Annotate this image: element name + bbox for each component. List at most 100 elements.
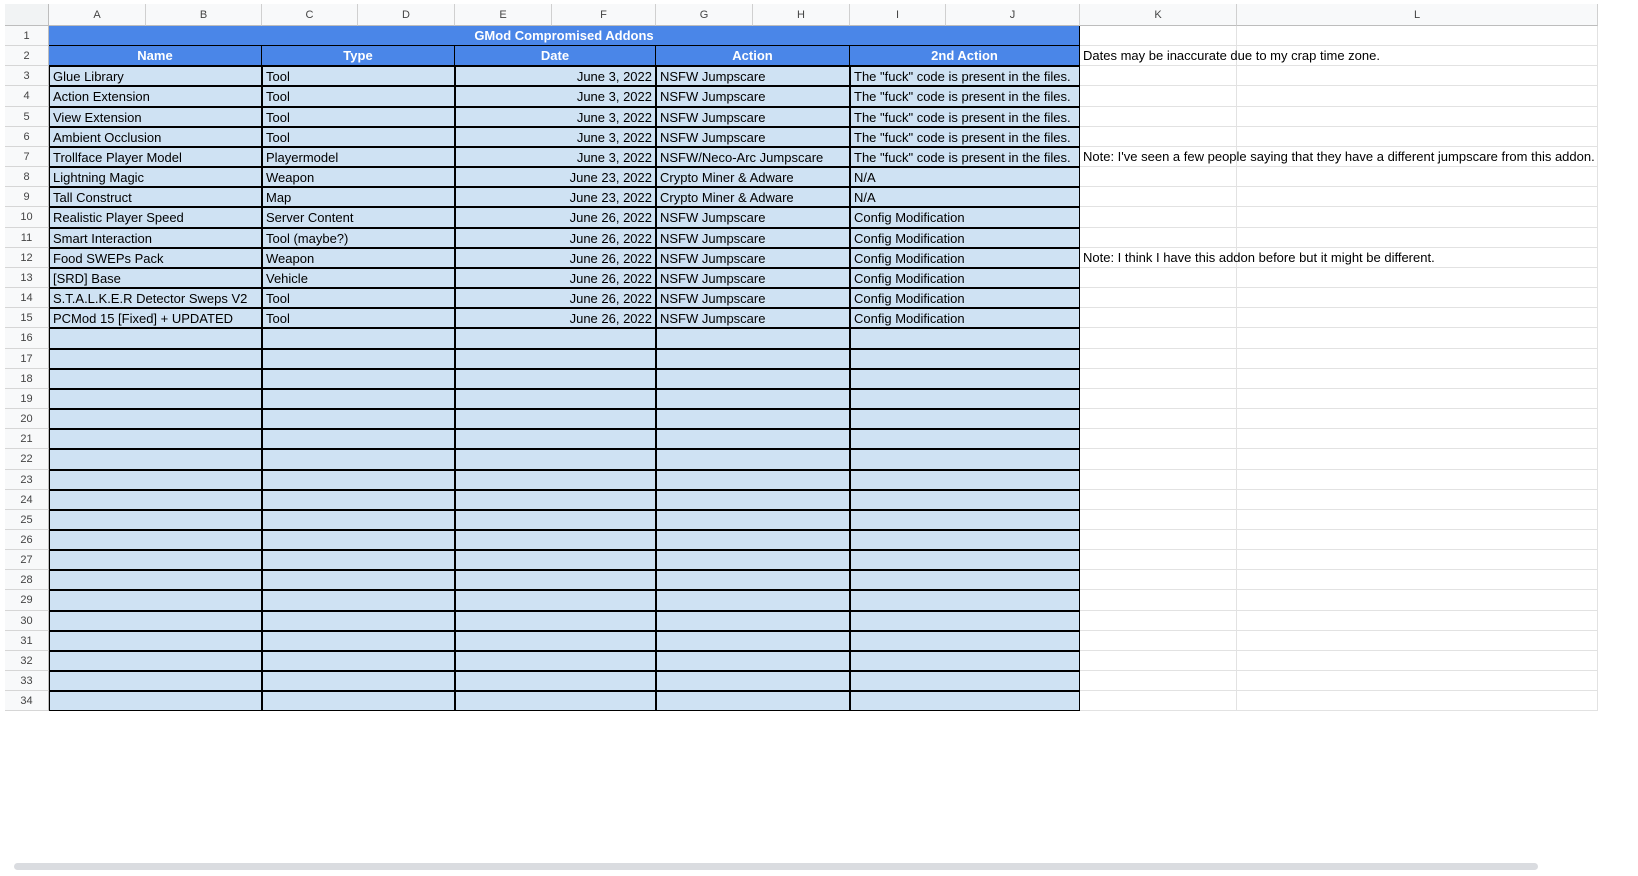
table-cell[interactable] <box>49 691 262 712</box>
table-cell[interactable]: Tool <box>262 86 455 107</box>
cell-k25[interactable] <box>1080 509 1237 530</box>
row-header-19[interactable]: 19 <box>5 388 49 410</box>
cell-k9[interactable] <box>1080 187 1237 208</box>
table-cell[interactable]: The "fuck" code is present in the files. <box>850 126 1080 147</box>
cell-k13[interactable] <box>1080 267 1237 289</box>
table-cell[interactable] <box>850 409 1080 430</box>
table-cell[interactable] <box>455 691 656 712</box>
cell-k6[interactable] <box>1080 126 1237 147</box>
table-cell[interactable] <box>656 449 850 470</box>
cell-l33[interactable] <box>1237 671 1598 692</box>
table-cell[interactable] <box>850 550 1080 571</box>
table-cell[interactable] <box>656 691 850 712</box>
cell-l14[interactable] <box>1237 288 1598 309</box>
table-cell[interactable] <box>656 509 850 530</box>
cell-k31[interactable] <box>1080 630 1237 651</box>
row-header-28[interactable]: 28 <box>5 570 49 591</box>
table-cell[interactable] <box>656 671 850 692</box>
table-cell[interactable] <box>656 650 850 672</box>
row-header-24[interactable]: 24 <box>5 489 49 510</box>
cell-l5[interactable] <box>1237 106 1598 127</box>
table-cell[interactable] <box>850 630 1080 651</box>
cell-l23[interactable] <box>1237 469 1598 490</box>
table-cell[interactable]: Tool <box>262 66 455 87</box>
table-cell[interactable] <box>656 590 850 611</box>
table-cell[interactable] <box>49 489 262 510</box>
row-header-31[interactable]: 31 <box>5 630 49 651</box>
row-header-11[interactable]: 11 <box>5 227 49 248</box>
table-cell[interactable]: Crypto Miner & Adware <box>656 167 850 188</box>
table-cell[interactable]: June 3, 2022 <box>455 126 656 147</box>
table-cell[interactable]: Tool <box>262 126 455 147</box>
table-cell[interactable] <box>455 610 656 631</box>
table-cell[interactable] <box>49 509 262 530</box>
table-cell[interactable] <box>455 368 656 389</box>
cell-l8[interactable] <box>1237 167 1598 188</box>
cell-l24[interactable] <box>1237 489 1598 510</box>
table-cell[interactable]: Smart Interaction <box>49 227 262 248</box>
table-cell[interactable]: N/A <box>850 187 1080 208</box>
row-header-17[interactable]: 17 <box>5 348 49 369</box>
table-cell[interactable] <box>49 328 262 349</box>
table-cell[interactable] <box>656 429 850 450</box>
row-header-15[interactable]: 15 <box>5 308 49 329</box>
cell-k33[interactable] <box>1080 671 1237 692</box>
cell-k29[interactable] <box>1080 590 1237 611</box>
cell-k23[interactable] <box>1080 469 1237 490</box>
cell-k27[interactable] <box>1080 550 1237 571</box>
table-cell[interactable]: Map <box>262 187 455 208</box>
table-cell[interactable]: PCMod 15 [Fixed] + UPDATED <box>49 308 262 329</box>
cell-k26[interactable] <box>1080 530 1237 551</box>
column-title-date[interactable]: Date <box>455 46 656 67</box>
table-cell[interactable]: Config Modification <box>850 247 1080 268</box>
table-cell[interactable] <box>656 469 850 490</box>
table-cell[interactable] <box>656 630 850 651</box>
column-header-d[interactable]: D <box>358 4 455 26</box>
cell-l19[interactable] <box>1237 388 1598 410</box>
table-cell[interactable] <box>49 429 262 450</box>
row-header-10[interactable]: 10 <box>5 207 49 228</box>
cell-k28[interactable] <box>1080 570 1237 591</box>
table-cell[interactable]: June 26, 2022 <box>455 267 656 289</box>
table-cell[interactable]: S.T.A.L.K.E.R Detector Sweps V2 <box>49 288 262 309</box>
table-cell[interactable] <box>262 590 455 611</box>
table-cell[interactable]: The "fuck" code is present in the files. <box>850 86 1080 107</box>
table-cell[interactable]: Action Extension <box>49 86 262 107</box>
cell-l32[interactable] <box>1237 650 1598 672</box>
cell-k24[interactable] <box>1080 489 1237 510</box>
cell-l28[interactable] <box>1237 570 1598 591</box>
cell-l31[interactable] <box>1237 630 1598 651</box>
table-cell[interactable]: Config Modification <box>850 308 1080 329</box>
table-cell[interactable]: Config Modification <box>850 207 1080 228</box>
table-cell[interactable] <box>455 449 656 470</box>
row-header-7[interactable]: 7 <box>5 146 49 168</box>
column-header-c[interactable]: C <box>262 4 358 26</box>
cell-l6[interactable] <box>1237 126 1598 147</box>
row-header-30[interactable]: 30 <box>5 610 49 631</box>
cell-l29[interactable] <box>1237 590 1598 611</box>
row-header-20[interactable]: 20 <box>5 409 49 430</box>
cell-k21[interactable] <box>1080 429 1237 450</box>
note-k2[interactable]: Dates may be inaccurate due to my crap t… <box>1080 46 1636 66</box>
table-cell[interactable]: Ambient Occlusion <box>49 126 262 147</box>
table-cell[interactable] <box>656 409 850 430</box>
table-cell[interactable] <box>850 650 1080 672</box>
table-cell[interactable]: NSFW Jumpscare <box>656 66 850 87</box>
column-header-e[interactable]: E <box>455 4 552 26</box>
table-cell[interactable]: Lightning Magic <box>49 167 262 188</box>
column-header-j[interactable]: J <box>946 4 1080 26</box>
table-cell[interactable] <box>455 348 656 369</box>
cell-l17[interactable] <box>1237 348 1598 369</box>
column-header-a[interactable]: A <box>49 4 146 26</box>
table-cell[interactable] <box>455 671 656 692</box>
table-cell[interactable]: NSFW Jumpscare <box>656 308 850 329</box>
row-header-29[interactable]: 29 <box>5 590 49 611</box>
cell-k22[interactable] <box>1080 449 1237 470</box>
table-cell[interactable]: Tool <box>262 288 455 309</box>
column-header-g[interactable]: G <box>656 4 753 26</box>
table-cell[interactable] <box>262 650 455 672</box>
table-cell[interactable] <box>262 671 455 692</box>
table-cell[interactable]: June 3, 2022 <box>455 146 656 168</box>
table-cell[interactable] <box>455 328 656 349</box>
cell-k34[interactable] <box>1080 691 1237 712</box>
